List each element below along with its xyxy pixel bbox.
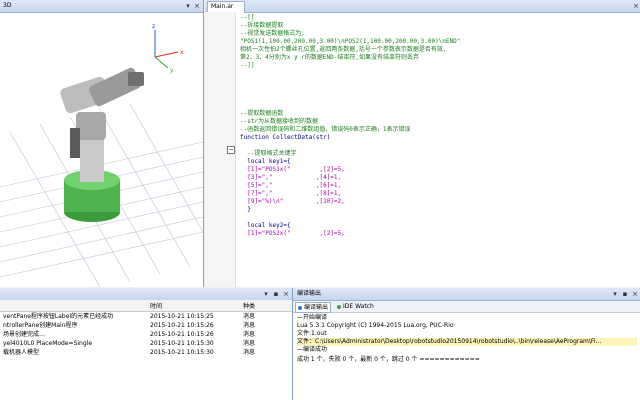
log-cell-msg: 载机器人模型: [3, 349, 40, 356]
log-cell-kind: 消息: [243, 349, 256, 356]
output-title: 编译输出: [297, 290, 322, 297]
code-line[interactable]: 相机一次性拍2个螺丝孔位置,返回两条数据,括号一个参数表示数据是否有效,: [240, 46, 635, 54]
axis-gizmo: z x y: [152, 23, 184, 74]
code-text[interactable]: --[[--拆接数据提取 --视觉发送数据格式为: "POS1(1,100.00,2…: [240, 14, 635, 284]
output-line: —编译成功: [297, 346, 328, 353]
output-summary: 成功 1 个，失败 0 个，最新 0 个，跳过 0 个 ============: [297, 356, 480, 363]
viewport-title: 3D: [3, 2, 12, 9]
close-icon[interactable]: ×: [282, 290, 290, 298]
output-header: 编译输出 ▾ ▪ ×: [293, 288, 640, 301]
editor-tabbar: ×: [205, 0, 640, 13]
dock-icon[interactable]: ▪: [272, 290, 280, 298]
code-line[interactable]: }: [240, 206, 635, 214]
code-line[interactable]: --[[: [240, 14, 635, 22]
log-row[interactable]: ventPane程序按钮Label的元素已经成功 2015-10-21 10:15…: [0, 312, 292, 321]
tab-ide-watch[interactable]: IDE Watch: [335, 302, 376, 311]
close-icon[interactable]: ×: [193, 2, 201, 10]
log-cell-kind: 消息: [243, 313, 256, 320]
log-row[interactable]: yel4010L0 PlaceMode=Single 2015-10-21 10:…: [0, 339, 292, 348]
log-cell-kind: 消息: [243, 340, 256, 347]
code-line[interactable]: --提取数据函数: [240, 110, 635, 118]
z-axis-label: z: [152, 23, 155, 30]
x-axis-label: x: [180, 49, 184, 56]
pin-icon[interactable]: ▾: [184, 2, 192, 10]
code-line[interactable]: --函数返回错误码和二维数组值，错误码0表示正确，1表示错误: [240, 126, 635, 134]
log-cell-time: 2015-10-21 10:15:30: [150, 349, 214, 356]
fold-toggle-icon[interactable]: −: [227, 146, 235, 154]
log-cell-kind: 消息: [243, 331, 256, 338]
code-line[interactable]: function CollectData(str): [240, 134, 635, 142]
code-line[interactable]: [240, 70, 635, 78]
viewport-header: 3D ▾ ×: [0, 0, 203, 13]
log-cell-time: 2015-10-21 10:15:26: [150, 322, 214, 329]
log-cell-msg: 场景创建完成...: [3, 331, 45, 338]
code-line[interactable]: [240, 102, 635, 110]
log-row[interactable]: 载机器人模型 2015-10-21 10:15:30 消息: [0, 348, 292, 357]
code-line[interactable]: [240, 86, 635, 94]
col-time[interactable]: 时间: [150, 301, 162, 310]
code-line[interactable]: [1]="POS2x(" ,[2]=5,: [240, 230, 635, 238]
code-line[interactable]: --str为从数据接收到的数据: [240, 118, 635, 126]
log-cell-time: 2015-10-21 10:15:25: [150, 313, 214, 320]
log-cell-msg: yel4010L0 PlaceMode=Single: [3, 340, 93, 347]
output-line: 文件:1.out: [297, 330, 327, 337]
code-line[interactable]: local key2={: [240, 222, 635, 230]
robot-scene: z x y: [0, 23, 203, 287]
editor-gutter: −: [205, 12, 236, 287]
code-line[interactable]: [240, 78, 635, 86]
log-cell-msg: ventPane程序按钮Label的元素已经成功: [3, 313, 114, 320]
col-kind[interactable]: 种类: [243, 301, 255, 310]
code-line[interactable]: --视觉发送数据格式为:: [240, 30, 635, 38]
log-cell-time: 2015-10-21 10:15:26: [150, 331, 214, 338]
log-rows: ventPane程序按钮Label的元素已经成功 2015-10-21 10:15…: [0, 312, 292, 400]
code-line[interactable]: "POS1(1,100.00,200.00,3.00)\nPOS2(1,100.…: [240, 38, 635, 46]
code-line[interactable]: --拆接数据提取: [240, 22, 635, 30]
code-line[interactable]: [240, 214, 635, 222]
code-line[interactable]: --提取格式关键字: [240, 150, 635, 158]
tab-label: Main.ar: [211, 3, 234, 10]
3d-viewport[interactable]: z x y: [0, 0, 204, 287]
code-line[interactable]: [7]="," ,[8]=1,: [240, 190, 635, 198]
code-line[interactable]: local key1={: [240, 158, 635, 166]
code-line[interactable]: [240, 142, 635, 150]
pin-icon[interactable]: ▾: [611, 290, 619, 298]
code-line[interactable]: [3]="," ,[4]=1,: [240, 174, 635, 182]
code-line[interactable]: [5]="," ,[6]=1,: [240, 182, 635, 190]
log-cell-msg: ntrollerPane创建Main程序: [3, 322, 78, 329]
log-cell-kind: 消息: [243, 322, 256, 329]
close-icon[interactable]: ×: [631, 290, 639, 298]
output-line-highlight: 文件：C:\Users\Administrator\Desktop\robots…: [297, 338, 637, 346]
code-line[interactable]: [1]="POS1x(" ,[2]=5,: [240, 166, 635, 174]
close-icon[interactable]: ×: [632, 2, 640, 10]
log-row[interactable]: ntrollerPane创建Main程序 2015-10-21 10:15:26 消…: [0, 321, 292, 330]
pin-icon[interactable]: ▾: [262, 290, 270, 298]
tab-build-output[interactable]: 编译输出: [295, 302, 332, 313]
output-icon: [298, 305, 302, 310]
output-tabs: 编译输出 IDE Watch: [293, 301, 640, 313]
output-line: —开始编译: [297, 314, 328, 321]
watch-icon: [337, 304, 341, 309]
robot-model: [60, 67, 144, 222]
dock-icon[interactable]: ▪: [621, 290, 629, 298]
code-line[interactable]: --]]: [240, 62, 635, 70]
y-axis-label: y: [170, 67, 174, 74]
output-line: Lua 5.3.1 Copyright (C) 1994-2015 Lua.or…: [297, 322, 454, 329]
code-line[interactable]: [9]="%)\n" ,[10]=2,: [240, 198, 635, 206]
code-line[interactable]: [240, 94, 635, 102]
log-cell-time: 2015-10-21 10:15:30: [150, 340, 214, 347]
log-row[interactable]: 场景创建完成... 2015-10-21 10:15:26 消息: [0, 330, 292, 339]
log-column-headers: 时间 种类: [0, 300, 292, 312]
code-line[interactable]: 第2、3、4分别为x y r的数据END-结束符,如果没有结束符则丢弃: [240, 54, 635, 62]
